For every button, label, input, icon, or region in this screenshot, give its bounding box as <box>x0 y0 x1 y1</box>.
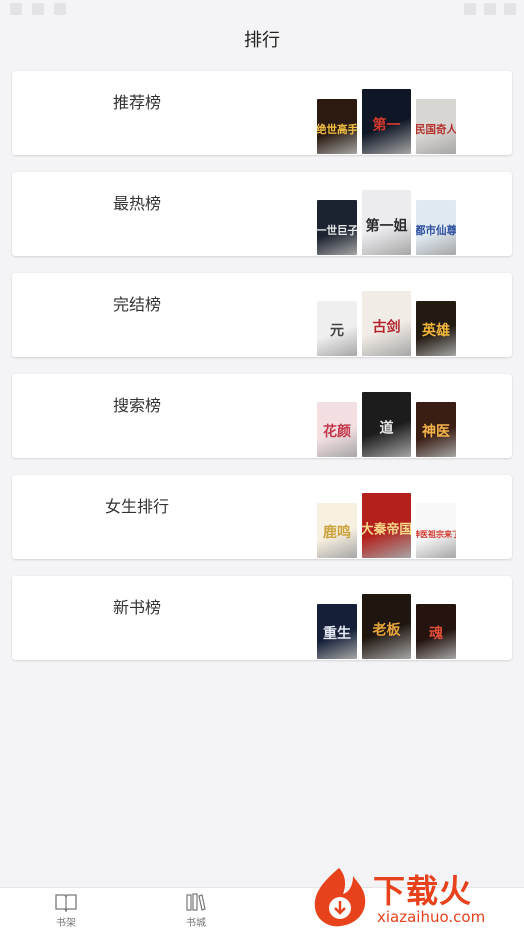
ranking-label: 女生排行 <box>104 497 169 516</box>
ranking-label: 完结榜 <box>112 295 161 314</box>
book-cover[interactable]: 重生 <box>317 604 357 659</box>
download-icon <box>32 3 44 15</box>
svg-text:老板: 老板 <box>373 621 402 638</box>
ranking-card-completed[interactable]: 完结榜 元 古剑 英雄 <box>12 273 512 357</box>
ranking-card-new[interactable]: 新书榜 重生 老板 魂 <box>12 576 512 660</box>
ranking-card-recommended[interactable]: 推荐榜 绝世高手 第一 民国奇人 <box>12 71 512 155</box>
download-icon <box>10 3 22 15</box>
book-cover[interactable]: 第一姐 <box>362 190 411 255</box>
cover-art: 道 <box>380 419 394 436</box>
svg-text:神医祖宗来了: 神医祖宗来了 <box>416 529 456 539</box>
cover-art: 元 <box>330 323 344 339</box>
tab-bookstore[interactable]: 书城 <box>166 892 226 929</box>
book-cover[interactable]: 神医祖宗来了 <box>416 503 456 558</box>
cover-art: 一世巨子 <box>317 224 357 237</box>
book-cover[interactable]: 英雄 <box>416 301 456 356</box>
svg-text:第一: 第一 <box>373 116 401 133</box>
flame-icon <box>314 868 366 927</box>
cover-art: 鹿鸣 <box>322 524 351 541</box>
book-cover[interactable]: 第一 <box>362 89 411 154</box>
svg-text:花颜: 花颜 <box>323 423 351 440</box>
svg-text:一世巨子: 一世巨子 <box>317 224 357 237</box>
book-cover[interactable]: 民国奇人 <box>416 99 456 154</box>
wifi-icon <box>464 3 476 15</box>
watermark-text: 下载火 <box>373 872 473 910</box>
cover-art: 花颜 <box>323 423 351 440</box>
svg-text:第一姐: 第一姐 <box>366 217 408 234</box>
svg-text:元: 元 <box>330 323 344 339</box>
ranking-label: 搜索榜 <box>112 396 161 415</box>
svg-text:都市仙尊: 都市仙尊 <box>416 224 456 237</box>
cover-art: 神医 <box>422 423 450 440</box>
cover-art: 古剑 <box>373 318 401 335</box>
status-bar <box>0 0 524 22</box>
battery-icon <box>504 3 516 15</box>
svg-text:鹿鸣: 鹿鸣 <box>322 524 351 541</box>
book-cover[interactable]: 都市仙尊 <box>416 200 456 255</box>
open-book-icon <box>55 894 77 912</box>
tab-label: 书城 <box>186 918 206 929</box>
svg-text:魂: 魂 <box>429 625 443 642</box>
ranking-label: 推荐榜 <box>112 93 161 112</box>
book-cover[interactable]: 大秦帝国 <box>362 493 411 558</box>
gallery-icon <box>54 3 66 15</box>
book-cover[interactable]: 道 <box>362 392 411 457</box>
book-cover[interactable]: 古剑 <box>362 291 411 356</box>
page-title: 排行 <box>244 30 280 51</box>
ranking-label: 新书榜 <box>112 598 161 617</box>
svg-text:民国奇人: 民国奇人 <box>416 123 456 136</box>
signal-icon <box>484 3 496 15</box>
book-cover[interactable]: 一世巨子 <box>317 200 357 255</box>
svg-text:重生: 重生 <box>323 625 351 642</box>
svg-text:神医: 神医 <box>422 423 450 440</box>
cover-art: 魂 <box>429 625 443 642</box>
ranking-label: 最热榜 <box>112 194 161 213</box>
ranking-card-female[interactable]: 女生排行 鹿鸣 大秦帝国 神医祖宗来了 <box>12 475 512 559</box>
cover-art: 大秦帝国 <box>362 521 411 537</box>
cover-art: 都市仙尊 <box>416 224 456 237</box>
cover-art: 民国奇人 <box>416 123 456 136</box>
books-icon <box>186 893 206 911</box>
ranking-card-hottest[interactable]: 最热榜 一世巨子 第一姐 都市仙尊 <box>12 172 512 256</box>
svg-text:大秦帝国: 大秦帝国 <box>362 521 411 537</box>
tab-label: 书架 <box>56 918 76 929</box>
book-cover[interactable]: 神医 <box>416 402 456 457</box>
cover-art: 绝世高手 <box>317 123 357 136</box>
svg-text:绝世高手: 绝世高手 <box>317 123 357 136</box>
book-cover[interactable]: 老板 <box>362 594 411 659</box>
watermark-url: xiazaihuo.com <box>377 908 486 926</box>
book-cover[interactable]: 元 <box>317 301 357 356</box>
book-cover[interactable]: 花颜 <box>317 402 357 457</box>
cover-art: 重生 <box>323 625 351 642</box>
book-cover[interactable]: 鹿鸣 <box>317 503 357 558</box>
cover-art: 第一 <box>373 116 401 133</box>
book-cover[interactable]: 绝世高手 <box>317 99 357 154</box>
svg-text:古剑: 古剑 <box>373 318 401 335</box>
watermark-logo: 下载火 xiazaihuo.com <box>305 862 520 932</box>
svg-text:英雄: 英雄 <box>421 322 450 339</box>
ranking-card-search[interactable]: 搜索榜 花颜 道 神医 <box>12 374 512 458</box>
tab-bookshelf[interactable]: 书架 <box>36 892 96 929</box>
svg-text:道: 道 <box>380 419 394 436</box>
cover-art: 神医祖宗来了 <box>416 529 456 539</box>
cover-art: 第一姐 <box>366 217 408 234</box>
book-cover[interactable]: 魂 <box>416 604 456 659</box>
cover-art: 英雄 <box>421 322 450 339</box>
cover-art: 老板 <box>373 621 402 638</box>
